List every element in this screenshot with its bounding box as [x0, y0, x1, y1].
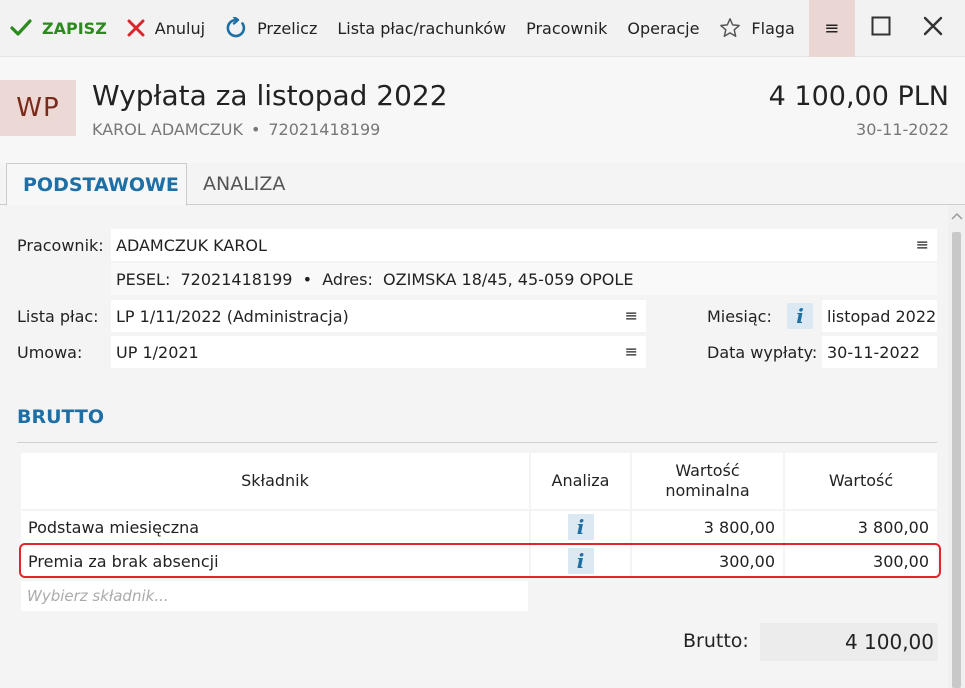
- column-header-nominal[interactable]: Wartość nominalna: [632, 453, 783, 509]
- contract-value: UP 1/2021: [116, 342, 199, 362]
- employee-button-label: Pracownik: [526, 18, 608, 38]
- cancel-button[interactable]: Anuluj: [117, 0, 215, 57]
- hamburger-menu-button[interactable]: ≡: [808, 0, 855, 57]
- flag-button-label: Flaga: [751, 18, 795, 38]
- separator-dot: •: [250, 120, 261, 139]
- paydate-field[interactable]: 30-11-2022: [822, 336, 937, 368]
- table-row-nominal[interactable]: 3 800,00: [632, 511, 783, 543]
- tab-bar: PODSTAWOWE ANALIZA: [0, 163, 965, 206]
- check-icon: [10, 19, 32, 37]
- employee-details: PESEL: 72021418199 • Adres: OZIMSKA 18/4…: [111, 263, 937, 295]
- close-window-icon: [923, 16, 943, 40]
- brutto-section-title: BRUTTO: [17, 406, 105, 428]
- employee-button[interactable]: Pracownik: [516, 0, 617, 57]
- maximize-button[interactable]: [855, 0, 907, 57]
- payroll-lists-label: Lista płac/rachunków: [337, 18, 507, 38]
- recalculate-button[interactable]: Przelicz: [215, 0, 327, 57]
- paydate-value: 30-11-2022: [827, 342, 920, 362]
- payroll-value: LP 1/11/2022 (Administracja): [116, 306, 349, 326]
- save-button[interactable]: ZAPISZ: [0, 0, 117, 57]
- paydate-label: Data wypłaty:: [707, 343, 818, 362]
- payroll-menu-icon[interactable]: ≡: [625, 306, 638, 325]
- brutto-total-value: 4 100,00: [760, 623, 938, 661]
- info-icon: i: [576, 515, 585, 539]
- employee-name: KAROL ADAMCZUK: [92, 120, 243, 139]
- toolbar: ZAPISZ Anuluj Przelicz Lista płac/rachun…: [0, 0, 965, 57]
- tab-analiza[interactable]: ANALIZA: [187, 163, 301, 205]
- component-picker-input[interactable]: Wybierz składnik...: [21, 581, 528, 611]
- refresh-icon: [225, 17, 247, 39]
- document-date: 30-11-2022: [856, 120, 949, 139]
- avatar: WP: [0, 80, 76, 136]
- table-row-name[interactable]: Podstawa miesięczna: [21, 511, 529, 543]
- total-amount: 4 100,00 PLN: [768, 81, 949, 112]
- contract-field[interactable]: UP 1/2021 ≡: [111, 336, 646, 368]
- scroll-up-arrow-icon[interactable]: [948, 212, 965, 226]
- form-content: Pracownik: ADAMCZUK KAROL ≡ PESEL: 72021…: [0, 206, 948, 688]
- vertical-scrollbar[interactable]: [948, 206, 965, 688]
- star-icon: [719, 17, 741, 39]
- payroll-lists-button[interactable]: Lista płac/rachunków: [327, 0, 516, 57]
- contract-menu-icon[interactable]: ≡: [625, 342, 638, 361]
- close-icon: [127, 19, 145, 37]
- save-button-label: ZAPISZ: [42, 18, 107, 38]
- tab-podstawowe[interactable]: PODSTAWOWE: [6, 163, 187, 206]
- employee-field[interactable]: ADAMCZUK KAROL ≡: [111, 229, 937, 261]
- payroll-field[interactable]: LP 1/11/2022 (Administracja) ≡: [111, 300, 646, 332]
- payroll-label: Lista płac:: [17, 307, 99, 326]
- employee-menu-icon[interactable]: ≡: [916, 235, 929, 254]
- document-header: WP Wypłata za listopad 2022 KAROL ADAMCZ…: [0, 57, 965, 163]
- table-row-value[interactable]: 3 800,00: [785, 511, 937, 543]
- cancel-button-label: Anuluj: [154, 18, 206, 38]
- employee-details-text: PESEL: 72021418199 • Adres: OZIMSKA 18/4…: [116, 269, 634, 289]
- employee-label: Pracownik:: [17, 236, 104, 255]
- brutto-total-label: Brutto:: [683, 630, 749, 652]
- contract-label: Umowa:: [17, 343, 83, 362]
- operations-button[interactable]: Operacje: [617, 0, 709, 57]
- column-header-skladnik[interactable]: Składnik: [21, 453, 529, 509]
- employee-pesel: 72021418199: [268, 120, 381, 139]
- month-info-button[interactable]: i: [787, 303, 813, 329]
- month-field[interactable]: listopad 2022: [822, 300, 937, 332]
- page-title: Wypłata za listopad 2022: [92, 79, 448, 112]
- employee-value: ADAMCZUK KAROL: [116, 235, 267, 255]
- maximize-icon: [871, 16, 891, 40]
- close-window-button[interactable]: [907, 0, 959, 57]
- row-highlight-box: [19, 543, 941, 578]
- month-label: Miesiąc:: [707, 307, 772, 326]
- month-value: listopad 2022: [827, 306, 937, 326]
- recalculate-button-label: Przelicz: [257, 18, 318, 38]
- section-divider: [17, 442, 937, 443]
- flag-button[interactable]: Flaga: [709, 0, 804, 57]
- scrollbar-thumb[interactable]: [952, 232, 961, 688]
- table-row-analysis: i: [531, 511, 630, 543]
- operations-button-label: Operacje: [627, 18, 700, 38]
- row-info-button[interactable]: i: [567, 514, 594, 540]
- page-subtitle: KAROL ADAMCZUK • 72021418199: [92, 120, 380, 139]
- info-icon: i: [796, 304, 804, 328]
- column-header-wartosc[interactable]: Wartość: [785, 453, 937, 509]
- column-header-analiza[interactable]: Analiza: [531, 453, 630, 509]
- hamburger-icon: ≡: [824, 17, 840, 39]
